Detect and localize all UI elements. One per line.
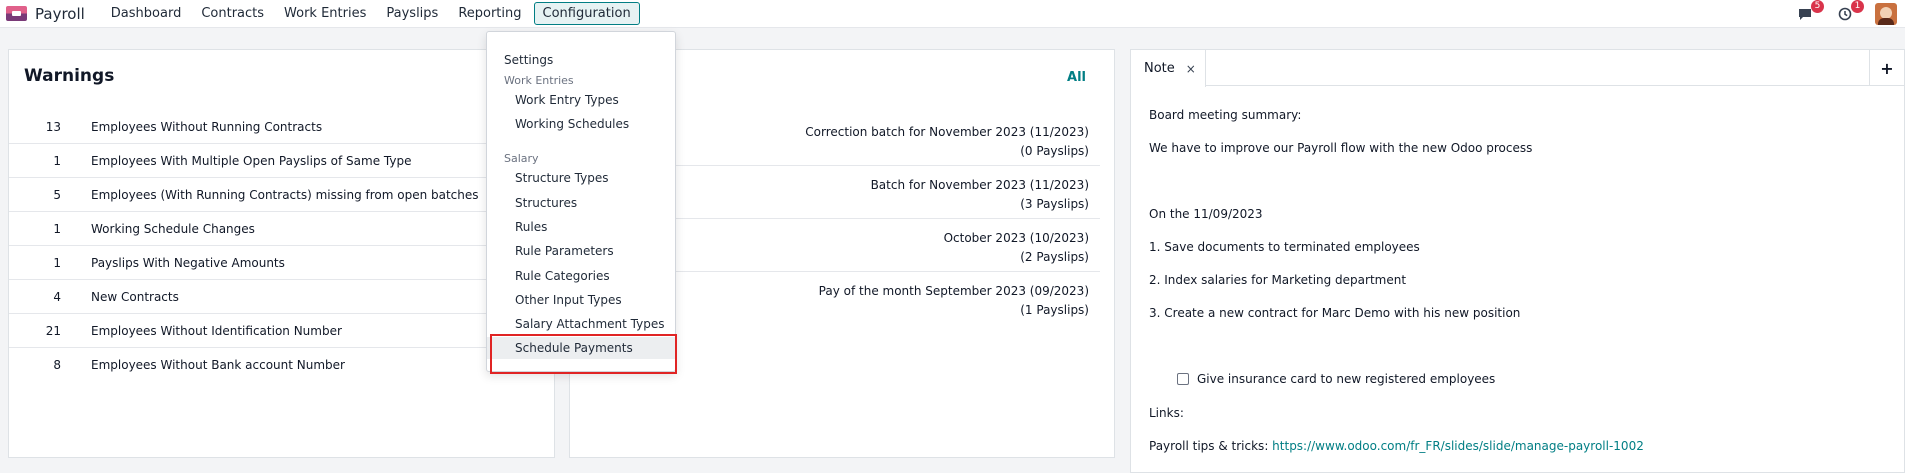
note-summary[interactable]: Board meeting summary: — [1149, 108, 1301, 122]
menu-contracts[interactable]: Contracts — [193, 3, 272, 24]
dropdown-settings[interactable]: Settings — [487, 49, 675, 71]
user-avatar[interactable] — [1875, 3, 1897, 25]
warning-label: Employees Without Identification Number — [91, 323, 342, 338]
systray: 5 1 — [1795, 0, 1905, 28]
warning-row[interactable]: 1 Working Schedule Changes — [9, 212, 554, 246]
menu-configuration[interactable]: Configuration — [533, 2, 640, 25]
note-item-1[interactable]: 1. Save documents to terminated employee… — [1149, 240, 1420, 254]
dropdown-other-input-types[interactable]: Other Input Types — [487, 289, 675, 311]
note-panel: Note × + Board meeting summary: We have … — [1130, 49, 1905, 473]
warnings-panel: Warnings 13 Employees Without Running Co… — [8, 49, 555, 458]
menu-payslips[interactable]: Payslips — [378, 3, 446, 24]
warning-count: 4 — [53, 289, 61, 304]
warning-count: 8 — [53, 358, 61, 372]
warning-count: 1 — [53, 153, 61, 168]
note-item-2[interactable]: 2. Index salaries for Marketing departme… — [1149, 273, 1406, 287]
dropdown-rules[interactable]: Rules — [487, 216, 675, 238]
warning-label: Employees Without Bank account Number — [91, 358, 345, 372]
activities-button[interactable]: 1 — [1835, 0, 1864, 24]
warning-row[interactable]: 1 Payslips With Negative Amounts — [9, 246, 554, 280]
warning-count: 13 — [45, 119, 61, 134]
warning-label: New Contracts — [91, 289, 179, 304]
warning-count: 1 — [53, 255, 61, 270]
dropdown-work-entry-types[interactable]: Work Entry Types — [487, 89, 675, 111]
menu-reporting[interactable]: Reporting — [450, 3, 529, 24]
top-navbar: Payroll Dashboard Contracts Work Entries… — [0, 0, 1905, 28]
all-batches-link[interactable]: All — [1067, 70, 1086, 85]
warning-row[interactable]: 8 Employees Without Bank account Number — [9, 348, 554, 382]
add-tab-button[interactable]: + — [1869, 50, 1904, 86]
warning-row[interactable]: 4 New Contracts — [9, 280, 554, 314]
plus-icon: + — [1880, 58, 1894, 78]
dropdown-salary-attachment-types[interactable]: Salary Attachment Types — [487, 313, 675, 335]
note-improve[interactable]: We have to improve our Payroll flow with… — [1149, 141, 1532, 155]
section-work-entries: Work Entries — [504, 74, 574, 87]
tips-prefix: Payroll tips & tricks: — [1149, 439, 1273, 453]
tab-note[interactable]: Note × — [1131, 50, 1206, 87]
tab-note-label: Note — [1144, 61, 1175, 76]
checklist-label: Give insurance card to new registered em… — [1197, 372, 1496, 386]
menu-dashboard[interactable]: Dashboard — [103, 3, 190, 24]
dropdown-structures[interactable]: Structures — [487, 192, 675, 214]
brand[interactable]: Payroll — [6, 0, 103, 28]
highlight-box — [490, 334, 677, 374]
note-date[interactable]: On the 11/09/2023 — [1149, 207, 1263, 221]
warning-row[interactable]: 13 Employees Without Running Contracts — [9, 110, 554, 144]
note-tabs: Note × + — [1131, 50, 1904, 87]
warning-count: 21 — [45, 323, 61, 338]
dropdown-working-schedules[interactable]: Working Schedules — [487, 113, 675, 135]
app-name[interactable]: Payroll — [35, 5, 85, 23]
warning-row[interactable]: 21 Employees Without Identification Numb… — [9, 314, 554, 348]
dropdown-rule-parameters[interactable]: Rule Parameters — [487, 240, 675, 262]
note-tips[interactable]: Payroll tips & tricks: https://www.odoo.… — [1149, 439, 1644, 453]
note-item-3[interactable]: 3. Create a new contract for Marc Demo w… — [1149, 306, 1520, 320]
warning-label: Working Schedule Changes — [91, 221, 255, 236]
warning-count: 1 — [53, 221, 61, 236]
warning-label: Employees Without Running Contracts — [91, 119, 323, 134]
checkbox[interactable] — [1177, 373, 1189, 385]
messages-button[interactable]: 5 — [1795, 0, 1824, 24]
warning-label: Employees (With Running Contracts) missi… — [91, 187, 479, 202]
warning-label: Payslips With Negative Amounts — [91, 255, 285, 270]
dropdown-structure-types[interactable]: Structure Types — [487, 167, 675, 189]
close-icon[interactable]: × — [1186, 62, 1196, 76]
warning-row[interactable]: 1 Employees With Multiple Open Payslips … — [9, 144, 554, 178]
warnings-title: Warnings — [24, 66, 115, 86]
activities-badge: 1 — [1851, 0, 1864, 13]
note-links[interactable]: Links: — [1149, 406, 1184, 420]
section-salary: Salary — [504, 152, 539, 165]
configuration-dropdown: Settings Work Entries Work Entry Types W… — [486, 31, 676, 372]
dropdown-rule-categories[interactable]: Rule Categories — [487, 265, 675, 287]
warning-row[interactable]: 5 Employees (With Running Contracts) mis… — [9, 178, 554, 212]
warning-label: Employees With Multiple Open Payslips of… — [91, 153, 412, 168]
clock-icon — [1838, 7, 1852, 21]
chat-bubble-icon — [1799, 9, 1811, 20]
warning-count: 5 — [53, 187, 61, 202]
messages-badge: 5 — [1811, 0, 1824, 13]
tips-link[interactable]: https://www.odoo.com/fr_FR/slides/slide/… — [1272, 439, 1644, 453]
payroll-app-icon — [6, 6, 27, 21]
note-checklist-item[interactable]: Give insurance card to new registered em… — [1177, 372, 1495, 386]
menu-work-entries[interactable]: Work Entries — [276, 3, 374, 24]
